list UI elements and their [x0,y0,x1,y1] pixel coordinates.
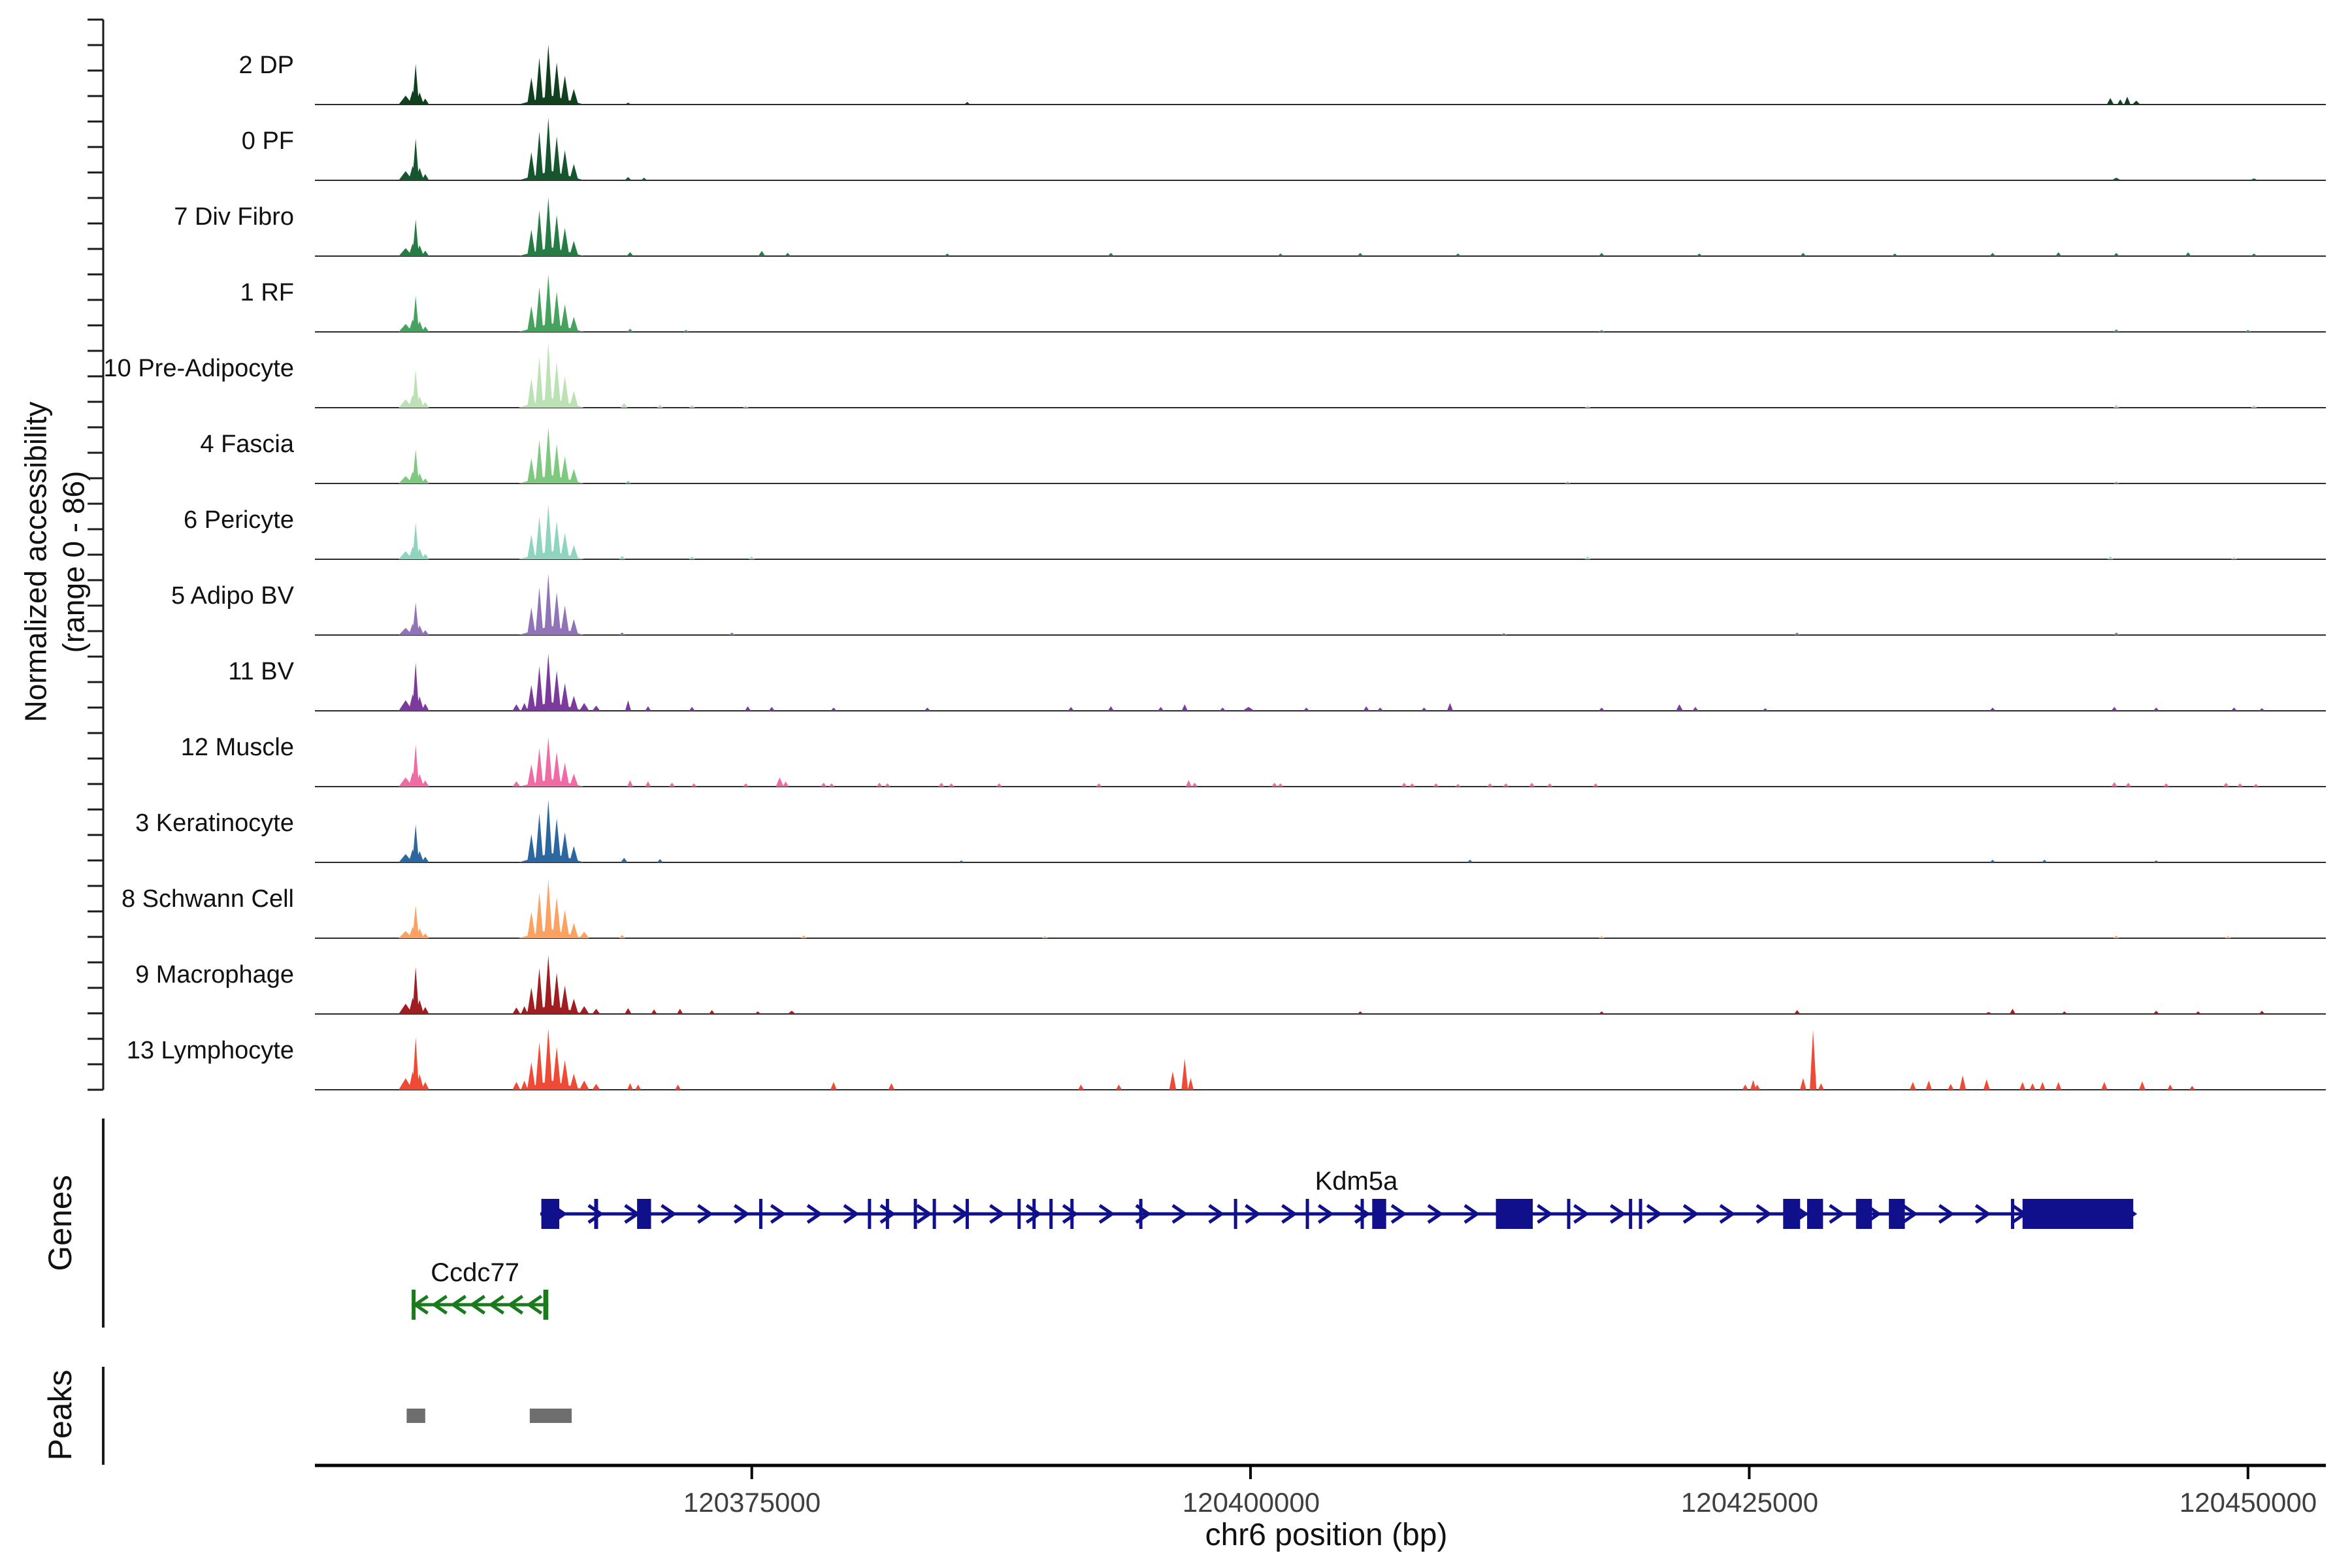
track-label-10-pre-adipocyte: 10 Pre-Adipocyte [0,350,303,387]
x-tick-120450000: 120450000 [2180,1487,2317,1518]
gene-label-kdm5a: Kdm5a [1315,1167,1398,1196]
track-label-9-macrophage: 9 Macrophage [0,956,303,993]
x-tick-120425000: 120425000 [1681,1487,1818,1518]
track-label-7-div-fibro: 7 Div Fibro [0,199,303,235]
track-label-3-keratinocyte: 3 Keratinocyte [0,805,303,841]
x-tick-120375000: 120375000 [683,1487,821,1518]
genes-section-label: Genes [41,1175,79,1271]
x-tick-120400000: 120400000 [1183,1487,1320,1518]
track-label-1-rf: 1 RF [0,274,303,311]
track-label-0-pf: 0 PF [0,123,303,159]
x-axis-title: chr6 position (bp) [1205,1517,1448,1553]
track-label-12-muscle: 12 Muscle [0,729,303,766]
peaks-section-label: Peaks [41,1370,79,1461]
genome-browser-canvas [0,0,2352,1568]
y-axis-label-line1: Normalized accessibility [18,402,56,723]
genome-browser-figure: { "figure": { "ylabel_line1": "Normalize… [0,0,2352,1568]
y-axis-label-line2: (range 0 - 86) [55,402,93,723]
track-label-8-schwann-cell: 8 Schwann Cell [0,881,303,917]
track-label-13-lymphocyte: 13 Lymphocyte [0,1032,303,1069]
track-label-2-dp: 2 DP [0,47,303,84]
gene-label-ccdc77: Ccdc77 [431,1258,519,1288]
